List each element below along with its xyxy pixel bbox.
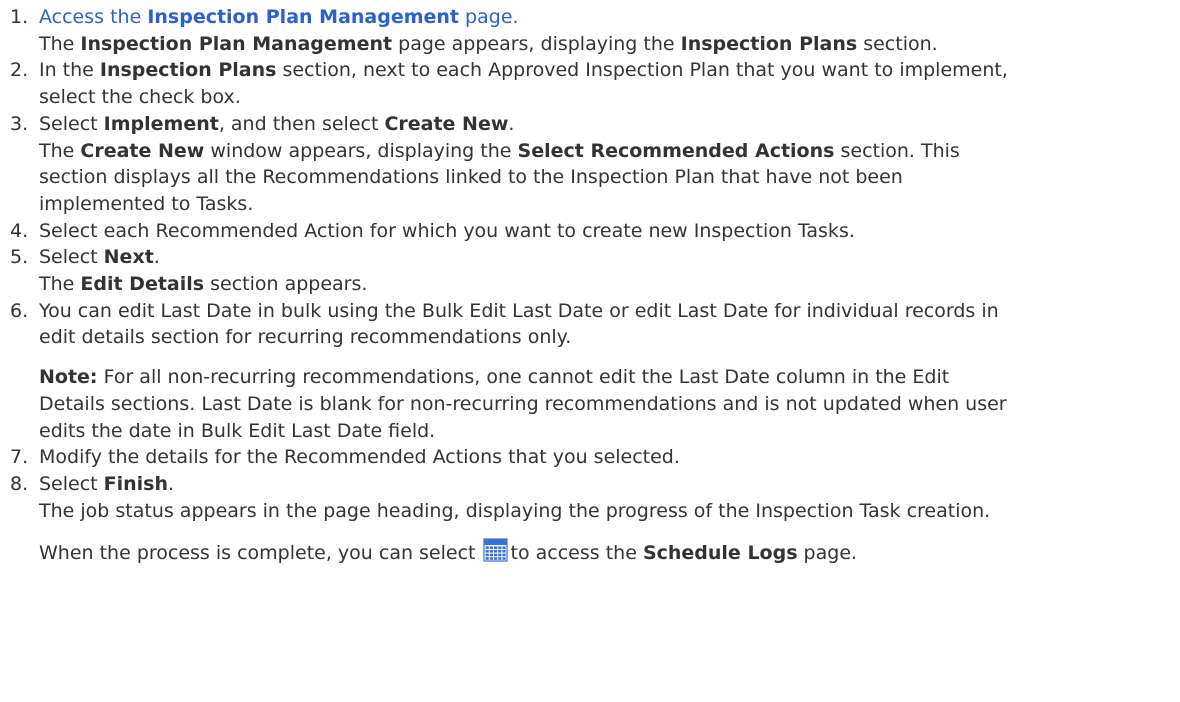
ui-term: Implement [103,112,219,135]
ui-term: Inspection Plan Management [80,32,393,55]
step-text: Select [39,472,104,495]
step-text: When the process is complete, you can se… [39,542,482,565]
step-line: Select each Recommended Action for which… [39,218,1180,245]
step-line: Select Next. [39,244,1180,271]
step-text: . [508,112,515,135]
step-line: You can edit Last Date in bulk using the… [39,298,1180,325]
step-line: edits the date in Bulk Edit Last Date fi… [39,418,1180,445]
step-text: edits the date in Bulk Edit Last Date fi… [39,419,436,442]
step-number: 3. [10,112,29,135]
step-number: 4. [10,219,29,242]
ui-term: Create New [384,112,509,135]
step-text: section. [857,32,938,55]
step-text: page appears, displaying the [392,32,681,55]
procedure-step: 3. Select Implement, and then select Crea… [0,111,1180,218]
link-text: page. [459,6,519,28]
step-line: section displays all the Recommendations… [39,164,1180,191]
step-text: Select each Recommended Action for which… [39,219,855,242]
step-text: implemented to Tasks. [39,192,254,215]
procedure-step: 7. Modify the details for the Recommended… [0,444,1180,471]
step-text: The job status appears in the page headi… [39,499,991,522]
step-text: page. [797,542,858,565]
step-text: Details sections. Last Date is blank for… [39,392,1007,415]
step-line: The Edit Details section appears. [39,271,1180,298]
step-text: Select [39,112,104,135]
procedure-steps: 1. Access the Inspection Plan Management … [0,4,1180,567]
step-number: 1. [10,6,29,28]
step-line: Select Implement, and then select Create… [39,111,1180,138]
step-number: 8. [10,472,29,495]
ui-term: Schedule Logs [642,542,798,565]
step-text: section, next to each Approved Inspectio… [276,59,1008,82]
procedure-step: 8. Select Finish. The job status appears i… [0,471,1180,567]
procedure-document: 1. Access the Inspection Plan Management … [0,0,1180,567]
step-text: . [168,472,175,495]
link-text: Access the [39,6,148,28]
step-text: You can edit Last Date in bulk using the… [39,299,999,322]
step-text: select the check box. [39,86,241,109]
procedure-step: 2. In the Inspection Plans section, next … [0,57,1180,110]
step-text: Select [39,246,104,269]
step-line: implemented to Tasks. [39,191,1180,218]
step-text: window appears, displaying the [204,139,518,162]
procedure-step: 6. You can edit Last Date in bulk using t… [0,298,1180,445]
schedule-calendar-icon[interactable] [482,537,508,563]
ui-term: Select Recommended Actions [517,139,835,162]
step-text: section. This [834,139,960,162]
step-number: 5. [10,246,29,269]
step-line: The Create New window appears, displayin… [39,138,1180,165]
step-line: Note: For all non-recurring recommendati… [39,364,1180,391]
step-line: When the process is complete, you can se… [39,537,1180,567]
step-text: The [39,139,81,162]
step-number: 7. [10,446,29,469]
link-bold-text: Inspection Plan Management [147,6,460,28]
procedure-step: 4. Select each Recommended Action for whi… [0,218,1180,245]
step-text: . [153,246,160,269]
step-text: In the [39,59,100,82]
step-text: section displays all the Recommendations… [39,166,903,189]
step-text: The [39,32,81,55]
ui-term: Finish [103,472,169,495]
step-line: Access the Inspection Plan Management pa… [39,4,1180,31]
step-number: 6. [10,299,29,322]
ui-term: Edit Details [80,273,205,296]
step-line: Modify the details for the Recommended A… [39,444,1180,471]
step-text: section appears. [204,273,368,296]
ui-term: Note: [39,366,98,389]
step-line: select the check box. [39,84,1180,111]
procedure-step: 1. Access the Inspection Plan Management … [0,4,1180,57]
step-text: , and then select [218,112,385,135]
step-line: edit details section for recurring recom… [39,324,1180,351]
step-line: Select Finish. [39,471,1180,498]
step-line: The job status appears in the page headi… [39,498,1180,525]
step-text: For all non-recurring recommendations, o… [97,366,950,389]
ui-term: Create New [80,139,205,162]
ui-term: Next [103,246,154,269]
step-line: Details sections. Last Date is blank for… [39,391,1180,418]
step-number: 2. [10,59,29,82]
inspection-plan-management-link[interactable]: Access the Inspection Plan Management pa… [39,6,519,28]
step-text: The [39,273,81,296]
procedure-step: 5. Select Next. The Edit Details section a… [0,244,1180,297]
step-text: Modify the details for the Recommended A… [39,446,680,469]
ui-term: Inspection Plans [99,59,277,82]
step-text: edit details section for recurring recom… [39,326,572,349]
step-line: In the Inspection Plans section, next to… [39,57,1180,84]
step-text: to access the [510,542,643,565]
ui-term: Inspection Plans [680,32,858,55]
step-line: The Inspection Plan Management page appe… [39,31,1180,58]
